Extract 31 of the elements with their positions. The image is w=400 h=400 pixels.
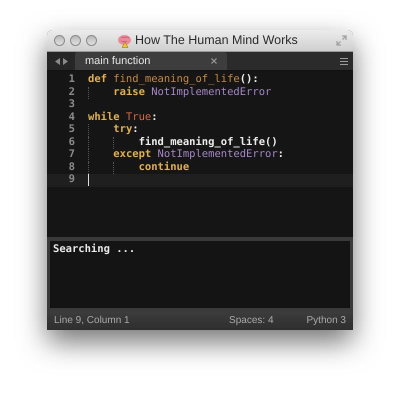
code-line: except NotImplementedError: <box>113 148 284 162</box>
forward-arrow-icon[interactable] <box>62 58 68 64</box>
cursor-position-label: Line 9, Column 1 <box>54 314 130 328</box>
line-number: 4 <box>68 110 75 124</box>
tab[interactable]: main function <box>75 52 227 70</box>
menu-icon[interactable] <box>340 58 348 64</box>
line-number: 2 <box>68 84 75 99</box>
window-title: How The Human Mind Works <box>135 32 298 50</box>
minimize-window-button[interactable] <box>70 35 81 46</box>
line-number: 7 <box>68 147 75 162</box>
code-line: continue <box>138 160 190 175</box>
code-line: raise NotImplementedError <box>113 84 272 100</box>
line-number: 6 <box>68 134 75 149</box>
line-number: 8 <box>68 160 75 174</box>
indentation-label[interactable]: Spaces: 4 <box>229 313 274 328</box>
back-arrow-icon[interactable] <box>54 58 60 64</box>
syntax-label[interactable]: Python 3 <box>306 313 346 328</box>
code-line: find_meaning_of_life() <box>138 134 278 149</box>
code-line: def find_meaning_of_life(): <box>88 72 259 86</box>
output-text: Searching ... <box>53 243 136 256</box>
line-number: 1 <box>68 72 75 87</box>
line-number: 3 <box>68 97 75 112</box>
line-number: 5 <box>68 122 75 137</box>
close-tab-icon[interactable] <box>211 58 217 64</box>
close-window-button[interactable] <box>54 35 65 46</box>
code-line: try: <box>113 122 139 138</box>
line-number: 9 <box>68 172 75 188</box>
text-cursor <box>88 174 89 186</box>
brain-warning-icon <box>117 34 132 48</box>
zoom-window-button[interactable] <box>86 35 97 46</box>
code-line: while True: <box>88 110 158 124</box>
